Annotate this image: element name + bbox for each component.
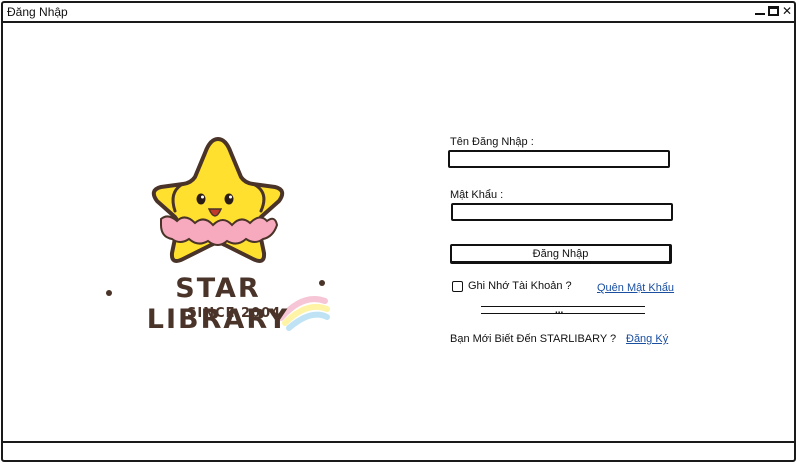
signup-link[interactable]: Đăng Ký <box>626 333 668 345</box>
star-library-logo: STAR LIBRARY SINCE 2004 <box>103 133 333 335</box>
forgot-password-link[interactable]: Quên Mật Khẩu <box>597 282 674 294</box>
maximize-icon[interactable] <box>767 6 779 16</box>
password-input[interactable] <box>451 203 673 221</box>
window-title: Đăng Nhập <box>7 5 68 19</box>
minimize-icon[interactable] <box>754 5 765 15</box>
username-label: Tên Đăng Nhập : <box>450 136 534 148</box>
window-controls: ✕ <box>754 4 792 18</box>
title-bar: Đăng Nhập ✕ <box>3 3 794 23</box>
login-button[interactable]: Đăng Nhập <box>450 244 672 264</box>
username-input[interactable] <box>448 150 670 168</box>
status-bar <box>3 441 794 460</box>
remember-checkbox[interactable] <box>452 281 463 292</box>
signup-prompt: Bạn Mới Biết Đến STARLIBARY ? <box>450 333 617 345</box>
close-icon[interactable]: ✕ <box>782 4 792 18</box>
login-window: Đăng Nhập ✕ STAR LIBRARY SINCE 2004 Tên … <box>1 1 796 462</box>
remember-label: Ghi Nhớ Tài Khoản ? <box>468 280 572 292</box>
logo-since-text: SINCE 2004 <box>187 306 282 321</box>
divider-bottom <box>481 313 645 314</box>
password-label: Mật Khẩu : <box>450 189 504 201</box>
logo-brand-text: STAR LIBRARY <box>146 273 290 335</box>
